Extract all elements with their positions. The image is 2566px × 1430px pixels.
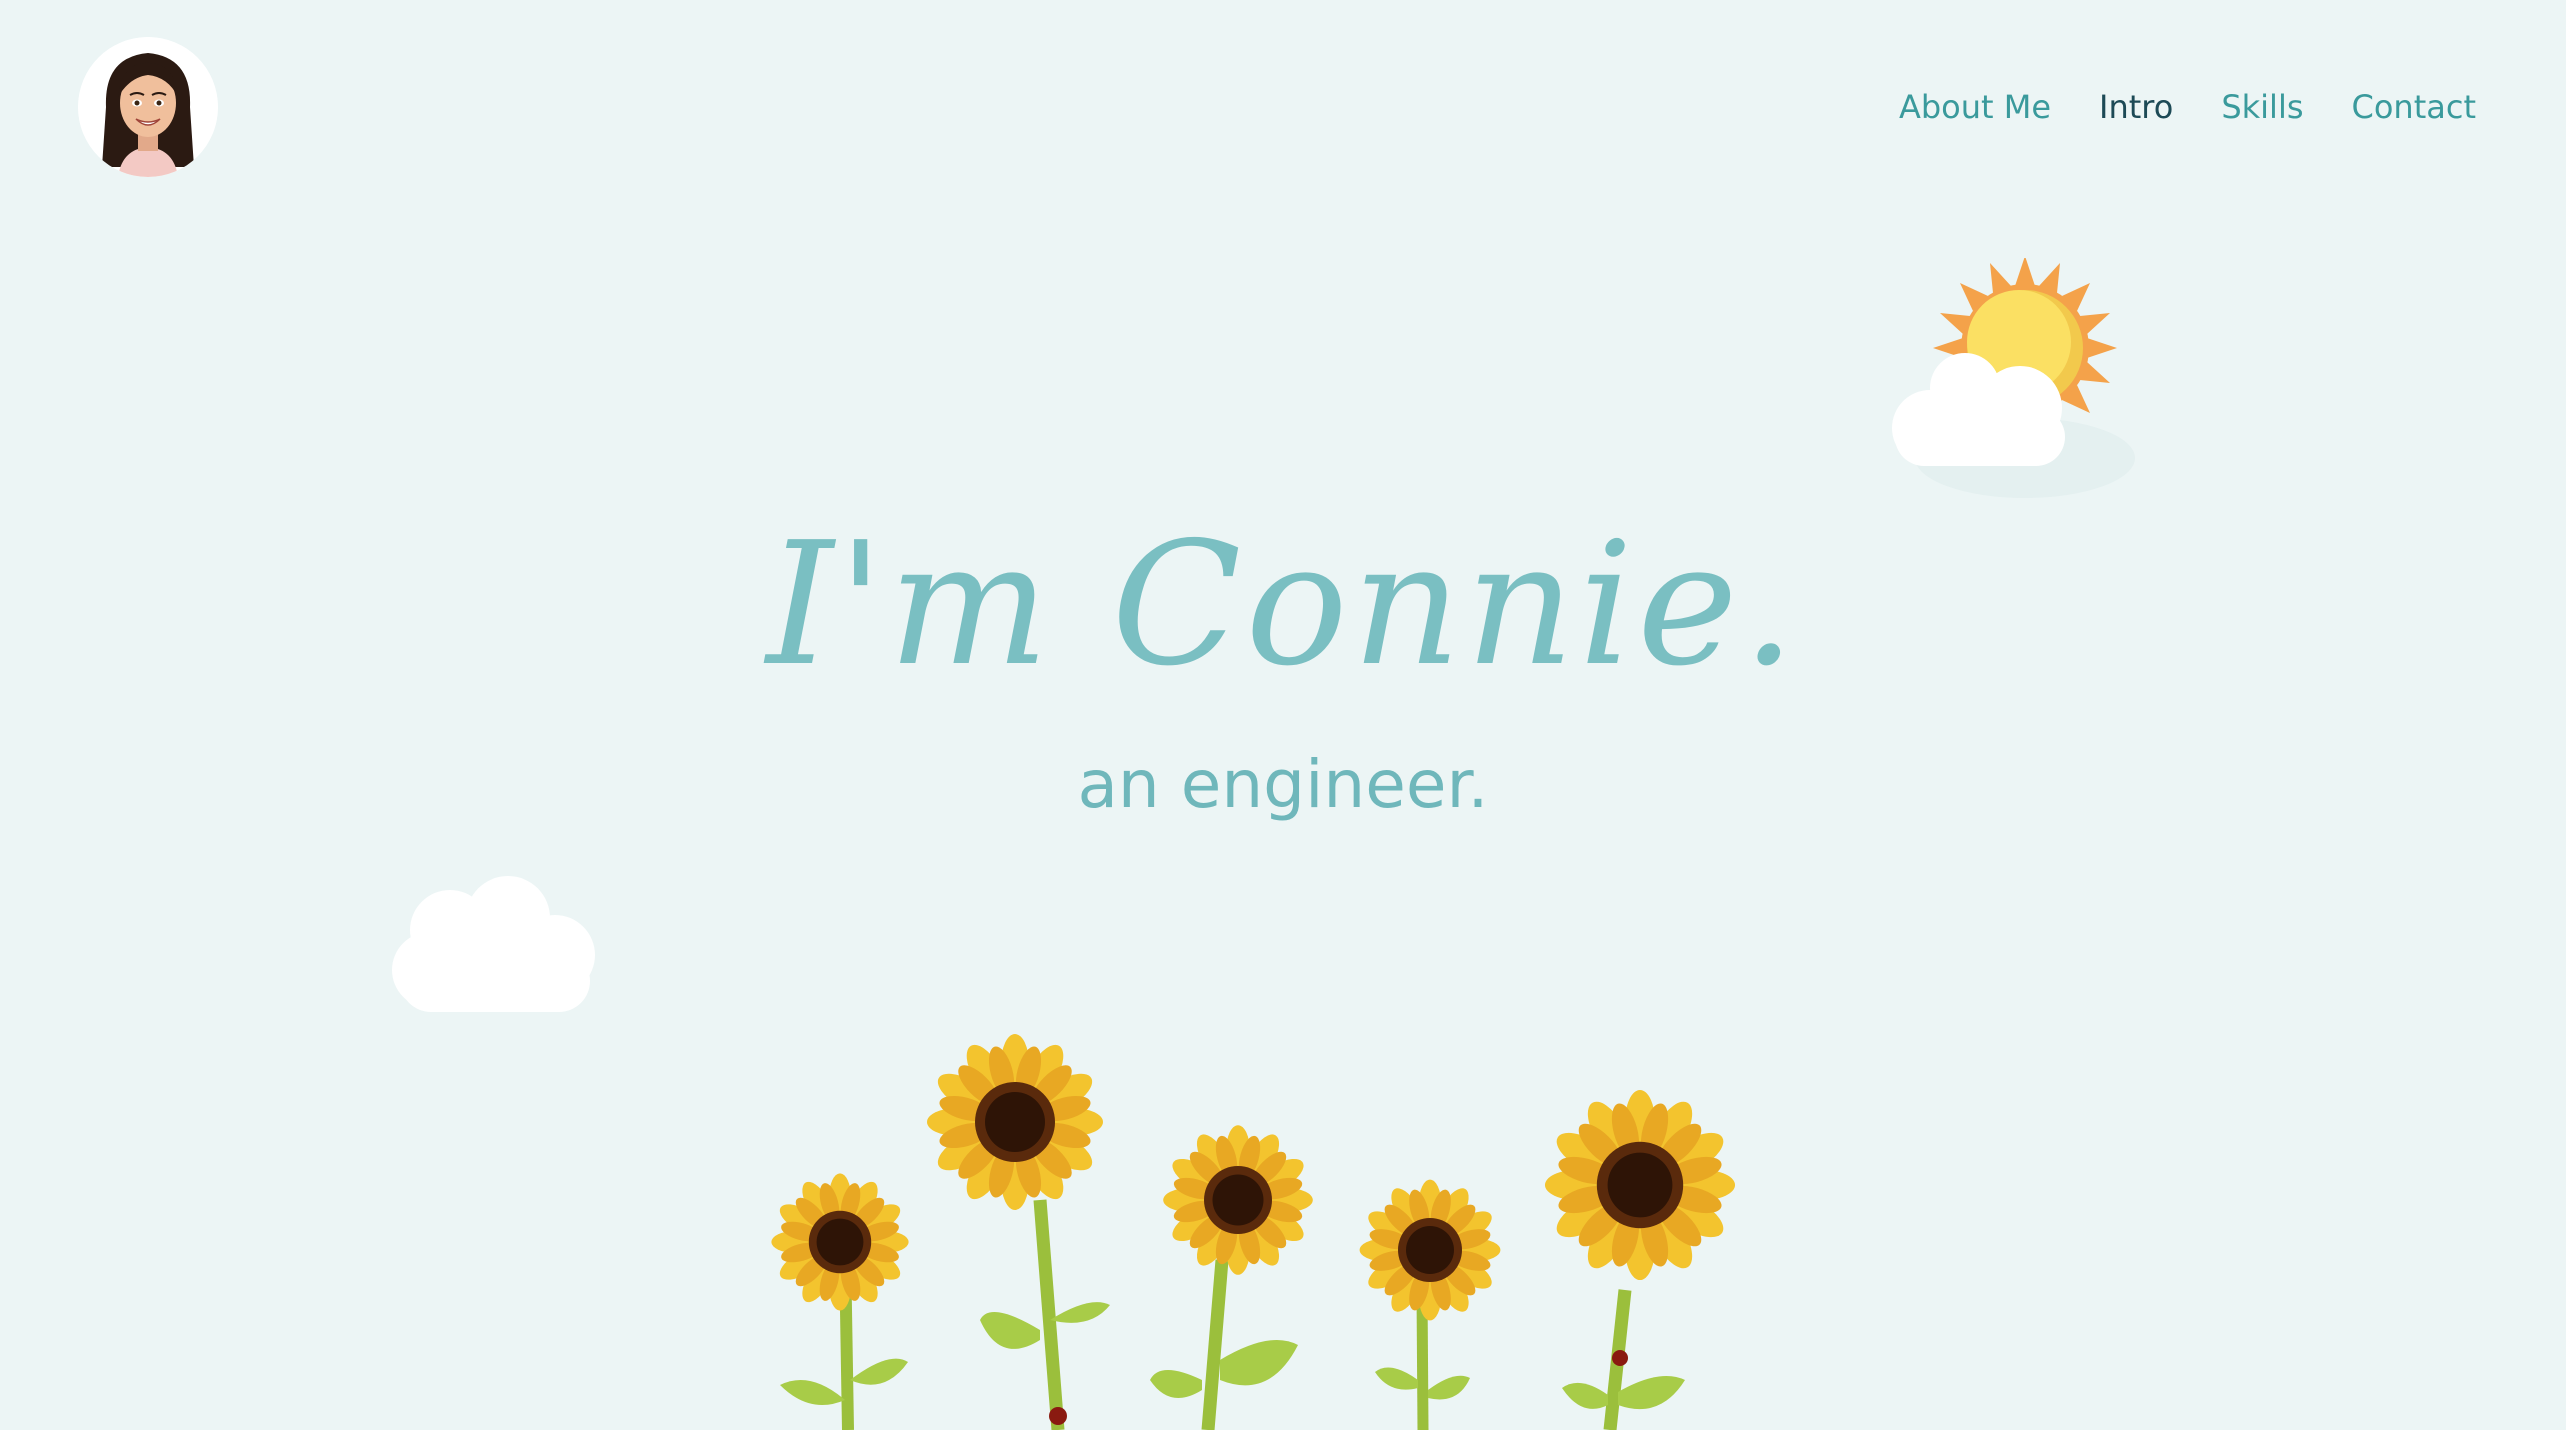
sun-with-cloud-icon: [1892, 258, 2135, 498]
cloud-icon: [392, 876, 595, 1012]
main-nav: About Me Intro Skills Contact: [1899, 88, 2476, 126]
avatar[interactable]: [78, 37, 218, 177]
nav-about-me[interactable]: About Me: [1899, 88, 2051, 126]
sunflower: [771, 1173, 909, 1430]
page-title: I'm Connie.: [766, 506, 1800, 704]
sunflower: [1150, 1125, 1313, 1430]
sunflowers-illustration: [771, 1034, 1736, 1430]
sunflower: [1359, 1179, 1501, 1430]
nav-intro[interactable]: Intro: [2099, 88, 2173, 126]
page: About Me Intro Skills Contact I'm Connie…: [0, 0, 2566, 1430]
sunflower: [927, 1034, 1110, 1430]
nav-skills[interactable]: Skills: [2221, 88, 2303, 126]
bitmoji-avatar-icon: [78, 37, 218, 177]
page-subtitle: an engineer.: [1077, 746, 1489, 823]
sunflower: [1544, 1089, 1736, 1430]
nav-contact[interactable]: Contact: [2352, 88, 2477, 126]
